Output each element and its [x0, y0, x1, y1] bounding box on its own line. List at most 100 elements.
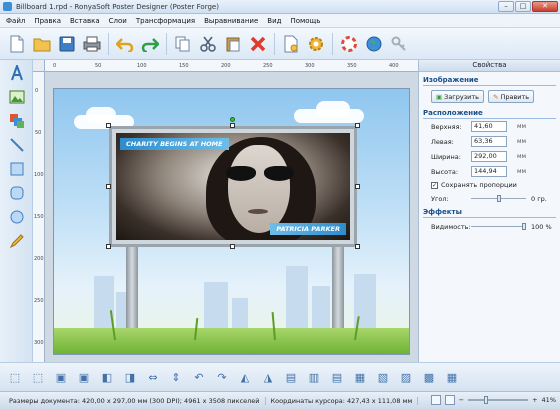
line-tool-icon[interactable] [6, 134, 28, 156]
send-back-icon[interactable]: ▣ [75, 368, 93, 386]
minimize-button[interactable]: – [498, 1, 514, 12]
align-middle-icon[interactable]: ▧ [374, 368, 392, 386]
page-setup-icon[interactable] [280, 33, 302, 55]
rotate-right-icon[interactable]: ↷ [213, 368, 231, 386]
menu-layers[interactable]: Слои [109, 17, 127, 25]
flip-horizontal-icon[interactable]: ◭ [236, 368, 254, 386]
vertical-ruler[interactable]: 0 50 100 150 200 250 300 [33, 72, 45, 362]
menu-edit[interactable]: Правка [34, 17, 61, 25]
globe-icon[interactable] [363, 33, 385, 55]
load-image-button[interactable]: ▣ Загрузить [431, 90, 484, 103]
send-backward-icon[interactable]: ◨ [121, 368, 139, 386]
delete-icon[interactable] [247, 33, 269, 55]
ellipse-tool-icon[interactable] [6, 206, 28, 228]
ungroup-icon[interactable]: ⬚ [29, 368, 47, 386]
opacity-value: 100 % [531, 223, 552, 231]
opacity-row: Видимость: 100 % [431, 220, 560, 232]
left-label: Левая: [431, 138, 454, 146]
fit-width-icon[interactable]: ⇔ [144, 368, 162, 386]
menu-file[interactable]: Файл [6, 17, 25, 25]
key-icon[interactable] [388, 33, 410, 55]
resize-handle-w[interactable] [106, 184, 111, 189]
resize-handle-se[interactable] [355, 244, 360, 249]
width-input[interactable]: 292,00 [471, 151, 507, 162]
billboard-image[interactable]: CHARITY BEGINS AT HOME PATRICIA PARKER [109, 126, 357, 247]
opacity-slider-track[interactable] [471, 226, 526, 227]
resize-handle-s[interactable] [230, 244, 235, 249]
keep-proportions-label: Сохранять пропорции [441, 181, 517, 189]
zoom-slider-track[interactable] [468, 396, 529, 404]
layers-tool-icon[interactable] [6, 110, 28, 132]
align-center-icon[interactable]: ▥ [305, 368, 323, 386]
document-size-status: Размеры документа: 420,00 x 297,00 мм (3… [4, 396, 266, 405]
help-icon[interactable] [338, 33, 360, 55]
menu-view[interactable]: Вид [267, 17, 281, 25]
arrange-toolbar: ⬚ ⬚ ▣ ▣ ◧ ◨ ⇔ ⇕ ↶ ↷ ◭ ◮ ▤ ▥ ▤ ▦ ▧ ▨ ▩ ▦ [0, 362, 560, 391]
angle-slider-knob[interactable] [496, 195, 501, 202]
distribute-horizontal-icon[interactable]: ▩ [420, 368, 438, 386]
pencil-tool-icon[interactable] [6, 230, 28, 252]
rotate-left-icon[interactable]: ↶ [190, 368, 208, 386]
text-tool-icon[interactable] [6, 62, 28, 84]
edit-image-button[interactable]: ✎ Править [488, 90, 535, 103]
left-input[interactable]: 63,36 [471, 136, 507, 147]
resize-handle-ne[interactable] [355, 123, 360, 128]
open-icon[interactable] [31, 33, 53, 55]
poster-page[interactable]: CHARITY BEGINS AT HOME PATRICIA PARKER [53, 88, 410, 355]
opacity-slider-knob[interactable] [522, 223, 526, 230]
rotate-handle[interactable] [230, 117, 235, 122]
rounded-rect-tool-icon[interactable] [6, 182, 28, 204]
width-field-row: Ширина: 292,00 мм [429, 149, 560, 164]
print-icon[interactable] [81, 33, 103, 55]
bring-forward-icon[interactable]: ◧ [98, 368, 116, 386]
main-toolbar [0, 28, 560, 60]
align-bottom-icon[interactable]: ▨ [397, 368, 415, 386]
canvas-area[interactable]: 0 50 100 150 200 250 300 350 400 0 50 10… [33, 60, 418, 362]
align-left-icon[interactable]: ▤ [282, 368, 300, 386]
flip-vertical-icon[interactable]: ◮ [259, 368, 277, 386]
resize-handle-nw[interactable] [106, 123, 111, 128]
city-building [94, 276, 114, 336]
align-right-icon[interactable]: ▤ [328, 368, 346, 386]
menu-transform[interactable]: Трансформация [136, 17, 195, 25]
redo-icon[interactable] [139, 33, 161, 55]
align-top-icon[interactable]: ▦ [351, 368, 369, 386]
maximize-button[interactable]: □ [515, 1, 531, 12]
paste-icon[interactable] [222, 33, 244, 55]
menu-help[interactable]: Помощь [290, 17, 320, 25]
ruler-label: 50 [35, 130, 42, 136]
view-fit-icon[interactable] [444, 395, 455, 405]
resize-handle-n[interactable] [230, 123, 235, 128]
settings-icon[interactable] [305, 33, 327, 55]
keep-proportions-checkbox[interactable]: ✓ Сохранять пропорции [431, 181, 560, 189]
top-input[interactable]: 41,60 [471, 121, 507, 132]
copy-icon[interactable] [172, 33, 194, 55]
zoom-in-icon[interactable]: + [532, 396, 537, 404]
distribute-vertical-icon[interactable]: ▦ [443, 368, 461, 386]
undo-icon[interactable] [114, 33, 136, 55]
view-normal-icon[interactable] [430, 395, 441, 405]
rectangle-tool-icon[interactable] [6, 158, 28, 180]
horizontal-ruler[interactable]: 0 50 100 150 200 250 300 350 400 [45, 60, 418, 72]
menu-align[interactable]: Выравнивание [204, 17, 258, 25]
checkbox-box[interactable]: ✓ [431, 181, 438, 189]
menu-insert[interactable]: Вставка [70, 17, 100, 25]
title-bar: Billboard 1.rpd - RonyaSoft Poster Desig… [0, 0, 560, 14]
cut-icon[interactable] [197, 33, 219, 55]
image-tool-icon[interactable] [6, 86, 28, 108]
ruler-label: 300 [34, 340, 44, 346]
fit-height-icon[interactable]: ⇕ [167, 368, 185, 386]
zoom-out-icon[interactable]: − [459, 396, 464, 404]
lips-shape [248, 209, 268, 214]
height-input[interactable]: 144,94 [471, 166, 507, 177]
ruler-corner [33, 60, 45, 72]
new-icon[interactable] [6, 33, 28, 55]
group-icon[interactable]: ⬚ [6, 368, 24, 386]
close-button[interactable]: ✕ [532, 1, 558, 12]
resize-handle-e[interactable] [355, 184, 360, 189]
resize-handle-sw[interactable] [106, 244, 111, 249]
save-icon[interactable] [56, 33, 78, 55]
zoom-slider-knob[interactable] [484, 396, 489, 404]
bring-front-icon[interactable]: ▣ [52, 368, 70, 386]
billboard-pole [332, 247, 344, 337]
